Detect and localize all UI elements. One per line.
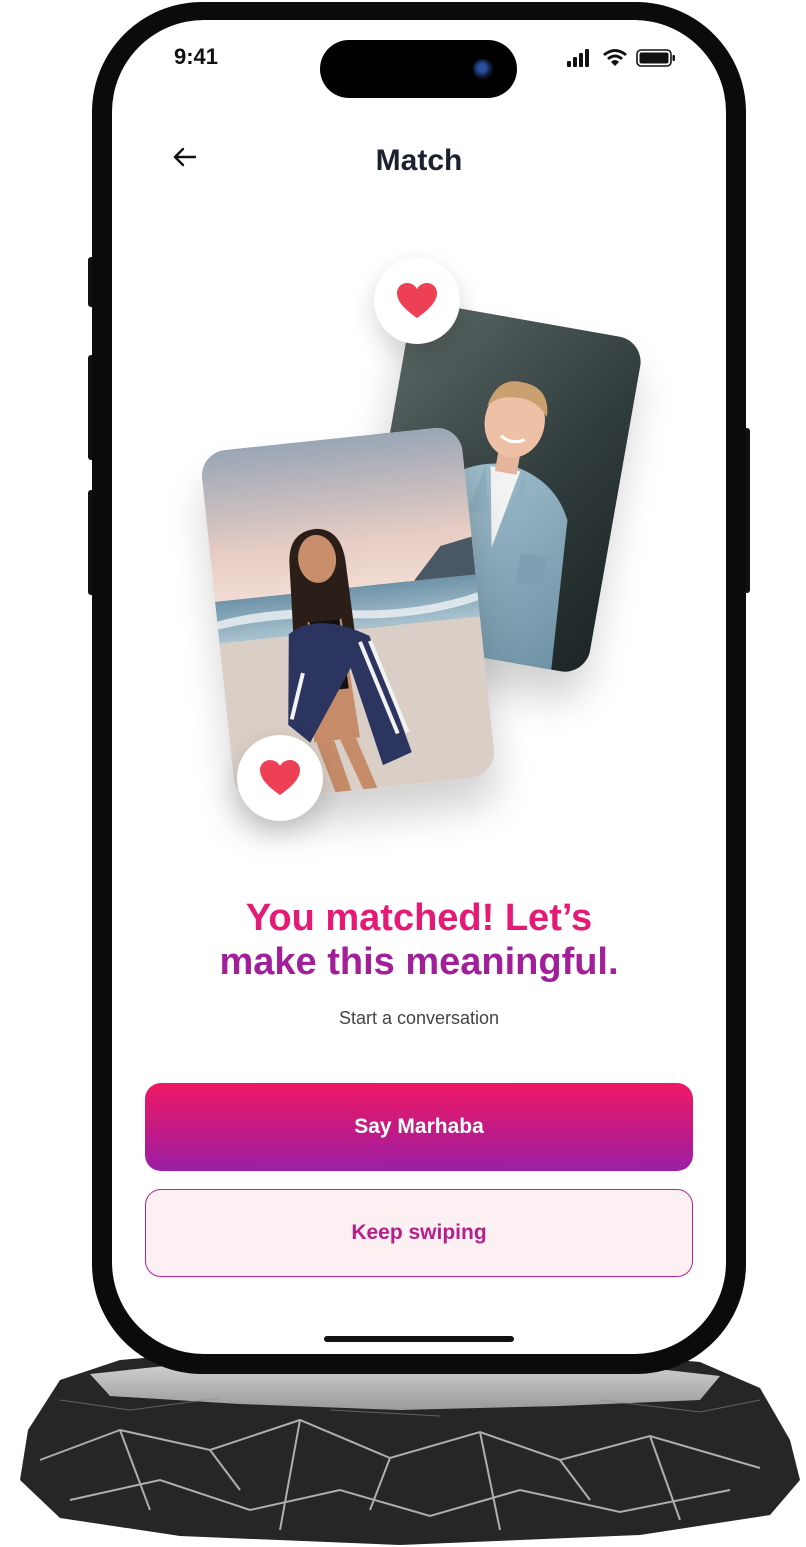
home-indicator — [324, 1336, 514, 1342]
status-time: 9:41 — [174, 44, 219, 69]
cellular-signal-icon — [567, 49, 589, 67]
heart-badge-bottom — [237, 735, 323, 821]
status-icons — [567, 49, 675, 67]
headline-line-2: make this meaningful. — [219, 941, 619, 983]
page-title: Match — [375, 144, 463, 177]
match-headline: You matched! Let’s make this meaningful. — [112, 896, 726, 984]
keep-swiping-button[interactable]: Keep swiping — [145, 1189, 693, 1277]
battery-icon — [636, 49, 675, 67]
say-marhaba-button[interactable]: Say Marhaba — [145, 1083, 693, 1171]
app-screen: 9:41 Match You matched! Let’s make this … — [112, 20, 726, 1354]
camera-icon — [473, 59, 493, 79]
heart-badge-top — [374, 258, 460, 344]
headline-line-1: You matched! Let’s — [245, 897, 593, 939]
wifi-icon — [603, 49, 627, 66]
heart-icon — [260, 760, 300, 795]
subtitle: Start a conversation — [338, 1008, 500, 1028]
dynamic-island — [320, 40, 517, 98]
heart-icon — [397, 283, 437, 318]
match-photo-woman — [199, 425, 497, 803]
